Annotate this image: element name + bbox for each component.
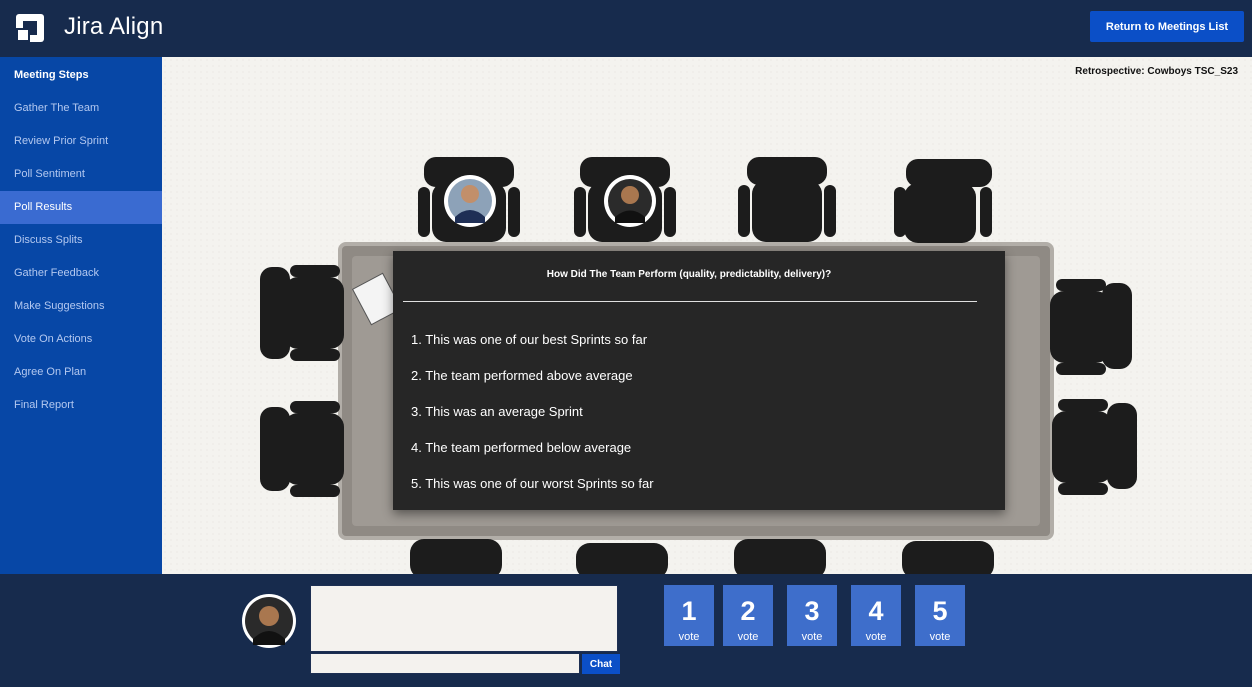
chat-button[interactable]: Chat bbox=[582, 654, 620, 674]
step-make-suggestions[interactable]: Make Suggestions bbox=[0, 290, 162, 323]
poll-divider bbox=[403, 301, 977, 302]
vote-label: vote bbox=[678, 630, 700, 643]
chat-input[interactable] bbox=[310, 653, 580, 674]
poll-option-2: 2. The team performed above average bbox=[411, 368, 633, 383]
step-review-prior-sprint[interactable]: Review Prior Sprint bbox=[0, 125, 162, 158]
vote-number: 3 bbox=[804, 595, 820, 626]
return-to-meetings-button[interactable]: Return to Meetings List bbox=[1090, 11, 1244, 42]
poll-question: How Did The Team Perform (quality, predi… bbox=[546, 269, 832, 280]
chair-left-2 bbox=[260, 401, 344, 497]
sidebar-title: Meeting Steps bbox=[14, 69, 89, 81]
jira-align-logo bbox=[16, 14, 44, 42]
vote-number: 5 bbox=[932, 595, 948, 626]
chair-bottom-3 bbox=[734, 539, 826, 574]
chair-left-1 bbox=[260, 265, 344, 361]
step-agree-on-plan[interactable]: Agree On Plan bbox=[0, 356, 162, 389]
step-discuss-splits[interactable]: Discuss Splits bbox=[0, 224, 162, 257]
poll-option-1: 1. This was one of our best Sprints so f… bbox=[411, 332, 648, 347]
vote-label: vote bbox=[801, 630, 823, 643]
chair-bottom-1 bbox=[410, 539, 502, 574]
step-gather-feedback[interactable]: Gather Feedback bbox=[0, 257, 162, 290]
chair-right-1 bbox=[1050, 279, 1132, 375]
vote-button-3[interactable]: 3 vote bbox=[787, 585, 837, 646]
current-user-avatar bbox=[242, 594, 296, 648]
vote-button-2[interactable]: 2 vote bbox=[723, 585, 773, 646]
chair-right-2 bbox=[1052, 399, 1137, 495]
brand-name: Jira Align bbox=[64, 13, 164, 40]
vote-button-4[interactable]: 4 vote bbox=[851, 585, 901, 646]
bottom-toolbar bbox=[0, 574, 1252, 687]
participant-avatar-2 bbox=[604, 175, 656, 227]
vote-label: vote bbox=[737, 630, 759, 643]
chair-bottom-4 bbox=[902, 541, 994, 574]
vote-label: vote bbox=[929, 630, 951, 643]
vote-button-5[interactable]: 5 vote bbox=[915, 585, 965, 646]
vote-label: vote bbox=[865, 630, 887, 643]
meeting-room-stage: Retrospective: Cowboys TSC_S23 How Did T… bbox=[162, 57, 1252, 574]
step-vote-on-actions[interactable]: Vote On Actions bbox=[0, 323, 162, 356]
poll-option-4: 4. The team performed below average bbox=[411, 440, 632, 455]
meeting-steps-sidebar: Meeting Steps Gather The Team Review Pri… bbox=[0, 57, 162, 574]
chair-bottom-2 bbox=[576, 543, 668, 574]
chair-top-4 bbox=[894, 159, 992, 243]
vote-number: 1 bbox=[681, 595, 697, 626]
top-header: Jira Align Return to Meetings List bbox=[0, 0, 1252, 57]
chat-messages-box[interactable] bbox=[310, 585, 618, 652]
step-final-report[interactable]: Final Report bbox=[0, 389, 162, 422]
vote-number: 4 bbox=[868, 595, 884, 626]
participant-avatar-1 bbox=[444, 175, 496, 227]
chair-top-3 bbox=[738, 157, 836, 242]
poll-option-3: 3. This was an average Sprint bbox=[411, 404, 583, 419]
vote-number: 2 bbox=[740, 595, 756, 626]
poll-results-card: How Did The Team Perform (quality, predi… bbox=[393, 251, 1005, 510]
poll-option-5: 5. This was one of our worst Sprints so … bbox=[411, 476, 654, 491]
vote-button-1[interactable]: 1 vote bbox=[664, 585, 714, 646]
step-poll-results[interactable]: Poll Results bbox=[0, 191, 162, 224]
step-poll-sentiment[interactable]: Poll Sentiment bbox=[0, 158, 162, 191]
step-gather-the-team[interactable]: Gather The Team bbox=[0, 92, 162, 125]
